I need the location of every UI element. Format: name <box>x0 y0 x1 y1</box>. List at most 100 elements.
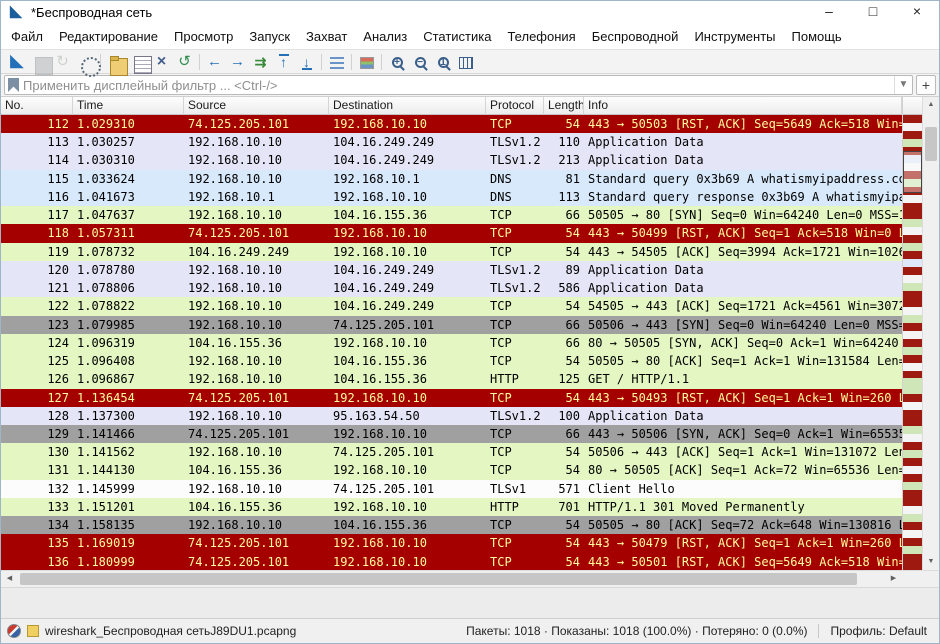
zoom-original-button[interactable]: 1 <box>431 51 454 73</box>
packet-length: 89 <box>544 261 584 279</box>
packet-destination: 192.168.10.10 <box>329 425 486 443</box>
packet-row[interactable]: 1291.14146674.125.205.101192.168.10.10TC… <box>1 425 902 443</box>
packet-protocol: HTTP <box>486 498 544 516</box>
packet-row[interactable]: 1131.030257192.168.10.10104.16.249.249TL… <box>1 133 902 151</box>
packet-row[interactable]: 1341.158135192.168.10.10104.16.155.36TCP… <box>1 516 902 534</box>
scroll-down-icon[interactable]: ▼ <box>923 554 939 570</box>
menu-item-6[interactable]: Статистика <box>415 25 499 48</box>
column-header-2[interactable]: Source <box>184 97 329 115</box>
restart-capture-button[interactable] <box>51 51 74 73</box>
menu-item-7[interactable]: Телефония <box>499 25 583 48</box>
open-file-button[interactable] <box>104 51 127 73</box>
minimap-band <box>903 347 922 355</box>
display-filter-box[interactable]: ▼ <box>4 75 913 95</box>
packet-no: 136 <box>1 553 73 570</box>
menu-item-9[interactable]: Инструменты <box>686 25 783 48</box>
stop-capture-button[interactable] <box>28 51 51 73</box>
packet-row[interactable]: 1351.16901974.125.205.101192.168.10.10TC… <box>1 534 902 552</box>
colorize-button[interactable] <box>355 51 378 73</box>
go-back-button[interactable] <box>203 51 226 73</box>
column-header-0[interactable]: No. <box>1 97 73 115</box>
maximize-button[interactable]: □ <box>851 1 895 23</box>
packet-row[interactable]: 1181.05731174.125.205.101192.168.10.10TC… <box>1 224 902 242</box>
packet-row[interactable]: 1271.13645474.125.205.101192.168.10.10TC… <box>1 389 902 407</box>
packet-time: 1.029310 <box>73 115 184 133</box>
filter-history-chevron-icon[interactable]: ▼ <box>894 76 912 94</box>
reload-file-button[interactable] <box>173 51 196 73</box>
filter-bookmark-icon[interactable] <box>8 78 19 92</box>
packet-row[interactable]: 1241.096319104.16.155.36192.168.10.10TCP… <box>1 334 902 352</box>
profile-label[interactable]: Профиль: Default <box>818 624 940 638</box>
column-header-6[interactable]: Info <box>584 97 902 115</box>
packet-row[interactable]: 1321.145999192.168.10.1074.125.205.101TL… <box>1 480 902 498</box>
packet-no: 133 <box>1 498 73 516</box>
menu-item-0[interactable]: Файл <box>3 25 51 48</box>
scroll-up-icon[interactable]: ▲ <box>923 97 939 113</box>
menu-item-10[interactable]: Помощь <box>784 25 850 48</box>
capture-file-properties-icon[interactable] <box>7 624 21 638</box>
packet-time: 1.033624 <box>73 170 184 188</box>
packet-row[interactable]: 1261.096867192.168.10.10104.16.155.36HTT… <box>1 370 902 388</box>
packet-source: 104.16.249.249 <box>184 243 329 261</box>
vertical-scroll-thumb[interactable] <box>925 127 937 161</box>
packet-row[interactable]: 1251.096408192.168.10.10104.16.155.36TCP… <box>1 352 902 370</box>
packet-row[interactable]: 1361.18099974.125.205.101192.168.10.10TC… <box>1 553 902 570</box>
minimap-viewport[interactable] <box>903 151 922 193</box>
packet-row[interactable]: 1161.041673192.168.10.1192.168.10.10DNS1… <box>1 188 902 206</box>
menu-item-2[interactable]: Просмотр <box>166 25 241 48</box>
zoom-out-button[interactable]: − <box>408 51 431 73</box>
resize-columns-button[interactable] <box>454 51 477 73</box>
vertical-scrollbar[interactable]: ▲ ▼ <box>922 97 939 570</box>
minimap-band <box>903 131 922 139</box>
menu-item-3[interactable]: Запуск <box>241 25 298 48</box>
go-to-packet-button[interactable] <box>249 51 272 73</box>
close-file-button[interactable] <box>150 51 173 73</box>
horizontal-scroll-thumb[interactable] <box>20 573 857 585</box>
packet-row[interactable]: 1331.151201104.16.155.36192.168.10.10HTT… <box>1 498 902 516</box>
packet-no: 112 <box>1 115 73 133</box>
auto-scroll-button[interactable] <box>325 51 348 73</box>
menu-item-8[interactable]: Беспроводной <box>584 25 687 48</box>
horizontal-scroll-track[interactable] <box>18 571 885 587</box>
packet-row[interactable]: 1211.078806192.168.10.10104.16.249.249TL… <box>1 279 902 297</box>
display-filter-input[interactable] <box>23 78 894 93</box>
packet-info: 443 → 50501 [RST, ACK] Seq=5649 Ack=518 … <box>584 553 902 570</box>
capture-comment-icon[interactable] <box>27 625 39 637</box>
menu-item-5[interactable]: Анализ <box>355 25 415 48</box>
horizontal-scrollbar[interactable]: ◀ ▶ <box>1 570 939 587</box>
packet-row[interactable]: 1201.078780192.168.10.10104.16.249.249TL… <box>1 261 902 279</box>
column-header-1[interactable]: Time <box>73 97 184 115</box>
filter-add-button[interactable]: + <box>916 75 936 95</box>
packet-row[interactable]: 1301.141562192.168.10.1074.125.205.101TC… <box>1 443 902 461</box>
packet-row[interactable]: 1121.02931074.125.205.101192.168.10.10TC… <box>1 115 902 133</box>
go-to-top-button[interactable] <box>272 51 295 73</box>
save-file-button[interactable] <box>127 51 150 73</box>
packet-row[interactable]: 1231.079985192.168.10.1074.125.205.101TC… <box>1 316 902 334</box>
go-forward-button[interactable] <box>226 51 249 73</box>
packet-destination: 192.168.10.10 <box>329 188 486 206</box>
scroll-right-icon[interactable]: ▶ <box>885 571 902 587</box>
packet-row[interactable]: 1281.137300192.168.10.1095.163.54.50TLSv… <box>1 407 902 425</box>
vertical-scroll-track[interactable] <box>923 113 939 554</box>
close-button[interactable]: × <box>895 1 939 23</box>
column-header-3[interactable]: Destination <box>329 97 486 115</box>
capture-options-button[interactable] <box>74 51 97 73</box>
packet-row[interactable]: 1141.030310192.168.10.10104.16.249.249TL… <box>1 151 902 169</box>
scroll-left-icon[interactable]: ◀ <box>1 571 18 587</box>
minimap-band <box>903 275 922 283</box>
menu-item-4[interactable]: Захват <box>298 25 355 48</box>
go-to-bottom-button[interactable] <box>295 51 318 73</box>
packet-row[interactable]: 1151.033624192.168.10.10192.168.10.1DNS8… <box>1 170 902 188</box>
packet-minimap[interactable] <box>903 115 922 570</box>
column-header-5[interactable]: Length <box>544 97 584 115</box>
start-capture-button[interactable] <box>5 51 28 73</box>
packet-row[interactable]: 1191.078732104.16.249.249192.168.10.10TC… <box>1 243 902 261</box>
packet-row[interactable]: 1311.144130104.16.155.36192.168.10.10TCP… <box>1 461 902 479</box>
menu-item-1[interactable]: Редактирование <box>51 25 166 48</box>
column-header-4[interactable]: Protocol <box>486 97 544 115</box>
minimize-button[interactable]: – <box>807 1 851 23</box>
packet-row[interactable]: 1171.047637192.168.10.10104.16.155.36TCP… <box>1 206 902 224</box>
zoom-in-button[interactable]: + <box>385 51 408 73</box>
packet-row[interactable]: 1221.078822192.168.10.10104.16.249.249TC… <box>1 297 902 315</box>
minimap-band <box>903 410 922 418</box>
